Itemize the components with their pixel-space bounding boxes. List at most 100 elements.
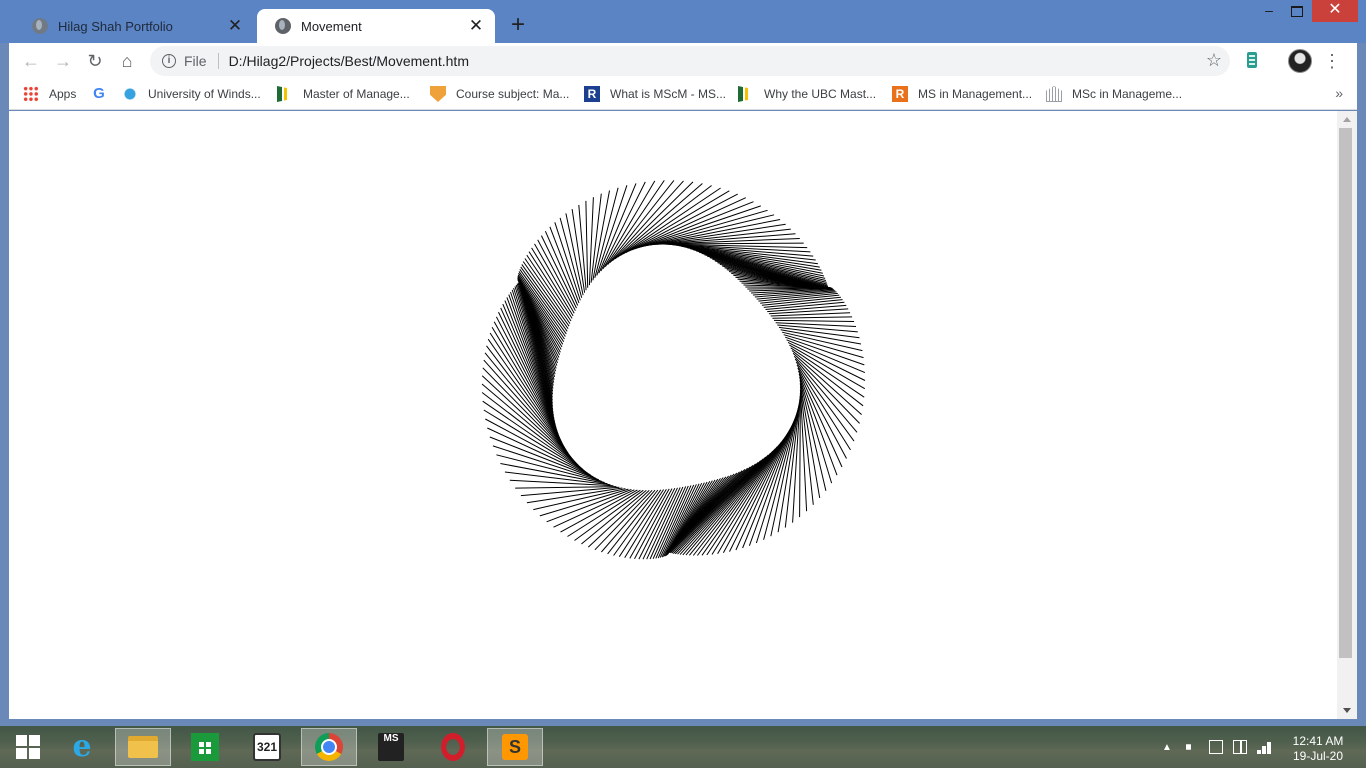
start-button[interactable] xyxy=(0,728,56,766)
system-clock[interactable]: 12:41 AM 19-Jul-20 xyxy=(1282,734,1354,764)
url-text[interactable]: D:/Hilag2/Projects/Best/Movement.htm xyxy=(229,53,469,69)
clock-time: 12:41 AM xyxy=(1292,734,1344,748)
media-player-icon: 321 xyxy=(253,733,281,761)
new-tab-button[interactable]: + xyxy=(506,13,530,37)
movement-canvas xyxy=(9,111,1337,719)
home-button[interactable]: ⌂ xyxy=(115,49,139,73)
rotating-line-ring xyxy=(481,180,866,560)
reload-button[interactable]: ↻ xyxy=(83,49,107,73)
ring-line xyxy=(760,294,840,304)
ring-line xyxy=(481,383,584,470)
bookmark-google[interactable]: G xyxy=(91,84,117,104)
google-icon: G xyxy=(93,85,105,102)
signal-icon[interactable] xyxy=(1257,740,1271,754)
bookmark-msc-in-management[interactable]: MSc in Manageme... xyxy=(1046,84,1182,104)
bookmark-label: Course subject: Ma... xyxy=(456,87,570,101)
volume-icon[interactable] xyxy=(1186,740,1200,754)
university-icon xyxy=(122,86,138,102)
flag-icon xyxy=(277,86,293,102)
flag-icon xyxy=(738,86,754,102)
network-icon[interactable] xyxy=(1209,740,1223,754)
back-button[interactable]: ← xyxy=(19,49,43,73)
bookmark-label: MSc in Manageme... xyxy=(1072,87,1183,101)
building-icon xyxy=(1046,86,1062,102)
crest-icon xyxy=(430,86,446,102)
scroll-thumb[interactable] xyxy=(1339,128,1352,658)
browser-toolbar: ← → ↻ ⌂ i File D:/Hilag2/Projects/Best/M… xyxy=(9,43,1357,79)
taskbar-media-player[interactable]: 321 xyxy=(239,728,295,766)
extension-icon[interactable] xyxy=(1247,52,1257,68)
ring-line xyxy=(585,200,589,288)
taskbar-chrome[interactable] xyxy=(301,728,357,766)
scroll-up-icon[interactable] xyxy=(1343,117,1351,122)
tab-portfolio[interactable]: Hilag Shah Portfolio ✕ xyxy=(14,9,254,43)
taskbar-store[interactable] xyxy=(177,728,233,766)
taskbar-file-explorer[interactable] xyxy=(115,728,171,766)
profile-avatar[interactable] xyxy=(1288,49,1312,73)
ring-line xyxy=(798,370,843,468)
tab-title: Hilag Shah Portfolio xyxy=(58,18,173,34)
folder-icon xyxy=(128,736,158,758)
bookmark-master-of-management[interactable]: Master of Manage... xyxy=(277,84,410,104)
ring-line xyxy=(515,486,617,489)
chrome-icon xyxy=(315,733,343,761)
bookmark-why-ubc[interactable]: Why the UBC Mast... xyxy=(738,84,876,104)
bookmarks-bar: Apps G University of Winds... Master of … xyxy=(9,79,1357,110)
bookmark-label: What is MScM - MS... xyxy=(610,87,727,101)
address-bar[interactable]: i File D:/Hilag2/Projects/Best/Movement.… xyxy=(150,46,1230,76)
bookmark-label: Apps xyxy=(49,87,77,101)
ring-strokes xyxy=(481,180,866,560)
close-tab-icon[interactable]: ✕ xyxy=(226,17,244,35)
bookmark-university-of-windsor[interactable]: University of Winds... xyxy=(122,84,261,104)
ring-line xyxy=(559,217,583,298)
taskbar-opera[interactable] xyxy=(425,728,481,766)
bookmark-what-is-mscm[interactable]: R What is MScM - MS... xyxy=(584,84,726,104)
tab-movement[interactable]: Movement ✕ xyxy=(257,9,495,43)
ring-line xyxy=(799,389,808,512)
ring-line xyxy=(485,418,594,478)
battery-icon[interactable] xyxy=(1233,740,1247,754)
bookmark-star-icon[interactable]: ☆ xyxy=(1206,50,1222,71)
bookmarks-overflow-icon[interactable]: » xyxy=(1335,85,1343,101)
info-icon[interactable]: i xyxy=(162,54,176,68)
ms-app-icon: MS xyxy=(378,733,404,761)
ring-line xyxy=(773,319,855,322)
bookmark-course-subject[interactable]: Course subject: Ma... xyxy=(430,84,569,104)
tab-title: Movement xyxy=(301,18,362,34)
ring-line xyxy=(796,364,851,451)
forward-button[interactable]: → xyxy=(51,49,75,73)
apps-grid-icon xyxy=(23,86,39,102)
scroll-down-icon[interactable] xyxy=(1343,708,1351,713)
ring-line xyxy=(482,400,589,474)
maximize-button[interactable] xyxy=(1283,0,1309,22)
taskbar-ms-app[interactable]: MS xyxy=(363,728,419,766)
url-scheme: File xyxy=(184,53,207,69)
show-hidden-icons-icon[interactable]: ▲ xyxy=(1162,726,1172,768)
vertical-scrollbar[interactable] xyxy=(1337,111,1357,719)
taskbar-sublime[interactable] xyxy=(487,728,543,766)
ring-line xyxy=(492,445,602,482)
bookmark-ms-in-management[interactable]: R MS in Management... xyxy=(892,84,1032,104)
clock-date: 19-Jul-20 xyxy=(1292,749,1344,763)
bookmark-apps[interactable]: Apps xyxy=(23,84,76,104)
ring-line xyxy=(602,180,656,270)
ring-line xyxy=(496,454,605,483)
ring-line xyxy=(533,488,626,511)
ring-line xyxy=(799,386,814,505)
opera-icon xyxy=(441,733,465,761)
ring-line xyxy=(598,183,637,274)
bookmark-label: Master of Manage... xyxy=(303,87,410,101)
ring-line xyxy=(745,286,831,289)
tab-strip: Hilag Shah Portfolio ✕ Movement ✕ + – ✕ xyxy=(0,0,1366,43)
r-icon: R xyxy=(892,86,908,102)
close-window-button[interactable]: ✕ xyxy=(1312,0,1358,22)
minimize-button[interactable]: – xyxy=(1256,0,1282,22)
taskbar-internet-explorer[interactable]: e xyxy=(54,728,110,766)
close-tab-icon[interactable]: ✕ xyxy=(467,17,485,35)
menu-icon[interactable]: ⋮ xyxy=(1323,49,1341,73)
ring-line xyxy=(784,398,801,528)
ring-line xyxy=(668,463,756,553)
ring-line xyxy=(770,405,800,537)
ring-line xyxy=(758,292,838,302)
ring-line xyxy=(607,180,675,265)
